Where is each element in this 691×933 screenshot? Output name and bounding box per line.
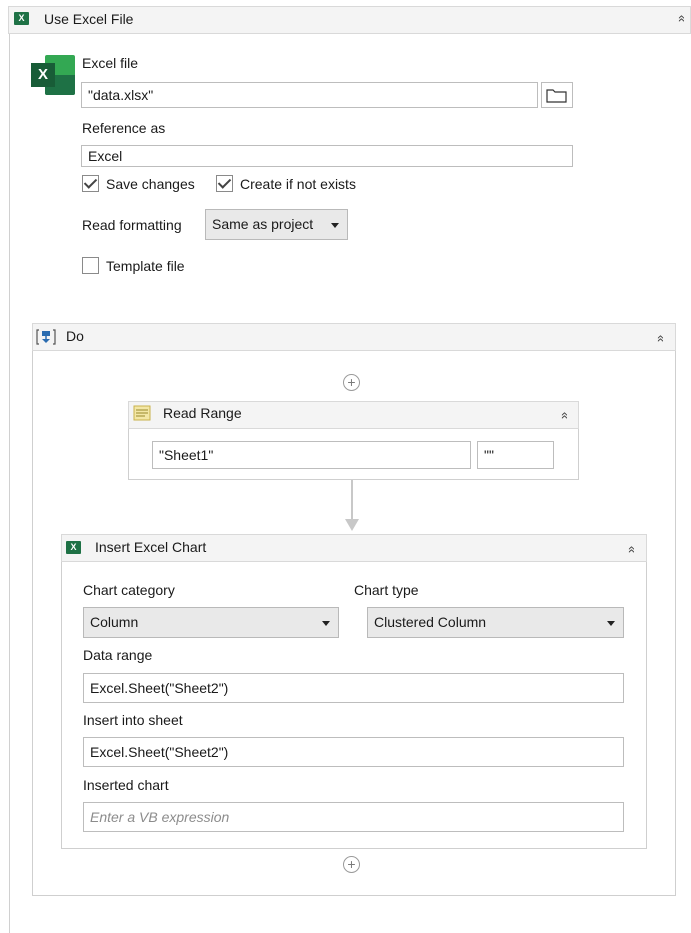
reference-as-input[interactable]: Excel: [81, 145, 573, 167]
read-range-sheet-input[interactable]: "Sheet1": [152, 441, 471, 469]
do-sequence-collapse-icon[interactable]: »: [652, 335, 667, 342]
folder-icon: [546, 89, 567, 103]
inserted-chart-input[interactable]: Enter a VB expression: [83, 802, 624, 832]
use-excel-file-collapse-icon[interactable]: »: [673, 15, 688, 22]
excel-file-large-icon: X: [31, 55, 75, 95]
read-range-icon: [133, 405, 151, 421]
add-activity-top-icon[interactable]: +: [343, 374, 360, 391]
chart-category-dropdown[interactable]: Column: [83, 607, 339, 638]
read-range-collapse-icon[interactable]: »: [556, 412, 571, 419]
read-range-range-input[interactable]: "": [477, 441, 554, 469]
create-if-not-exists-checkbox[interactable]: [216, 175, 233, 192]
insert-excel-chart-title: Insert Excel Chart: [95, 539, 207, 555]
read-formatting-value: Same as project: [212, 216, 314, 232]
use-excel-file-title: Use Excel File: [44, 11, 134, 27]
excel-icon: X: [66, 541, 81, 554]
do-sequence-header[interactable]: [32, 323, 676, 351]
chevron-down-icon: [331, 223, 339, 228]
connector-line: [351, 480, 353, 520]
reference-as-label: Reference as: [82, 120, 166, 136]
sequence-icon: [36, 328, 56, 346]
save-changes-label: Save changes: [106, 176, 195, 192]
read-formatting-label: Read formatting: [82, 217, 182, 233]
excel-icon: X: [14, 12, 29, 25]
browse-folder-button[interactable]: [541, 82, 573, 108]
outer-left-border: [9, 30, 10, 933]
read-formatting-dropdown[interactable]: Same as project: [205, 209, 348, 240]
insert-excel-chart-collapse-icon[interactable]: »: [623, 546, 638, 553]
create-if-not-exists-label: Create if not exists: [240, 176, 356, 192]
do-sequence-title: Do: [66, 328, 84, 344]
inserted-chart-label: Inserted chart: [83, 777, 169, 793]
template-file-label: Template file: [106, 258, 185, 274]
insert-into-sheet-input[interactable]: Excel.Sheet("Sheet2"): [83, 737, 624, 767]
chevron-down-icon: [607, 621, 615, 626]
checkmark-icon: [217, 175, 232, 189]
chart-type-value: Clustered Column: [374, 614, 487, 630]
connector-arrow-icon: [345, 519, 359, 531]
data-range-input[interactable]: Excel.Sheet("Sheet2"): [83, 673, 624, 703]
read-range-title: Read Range: [163, 405, 242, 421]
template-file-checkbox[interactable]: [82, 257, 99, 274]
add-activity-bottom-icon[interactable]: +: [343, 856, 360, 873]
chart-type-dropdown[interactable]: Clustered Column: [367, 607, 624, 638]
excel-file-label: Excel file: [82, 55, 139, 71]
data-range-label: Data range: [83, 647, 153, 663]
save-changes-checkbox[interactable]: [82, 175, 99, 192]
chevron-down-icon: [322, 621, 330, 626]
chart-category-label: Chart category: [83, 582, 175, 598]
checkmark-icon: [83, 175, 98, 189]
chart-type-label: Chart type: [354, 582, 419, 598]
chart-category-value: Column: [90, 614, 139, 630]
insert-into-sheet-label: Insert into sheet: [83, 712, 183, 728]
excel-file-input[interactable]: "data.xlsx": [81, 82, 538, 108]
